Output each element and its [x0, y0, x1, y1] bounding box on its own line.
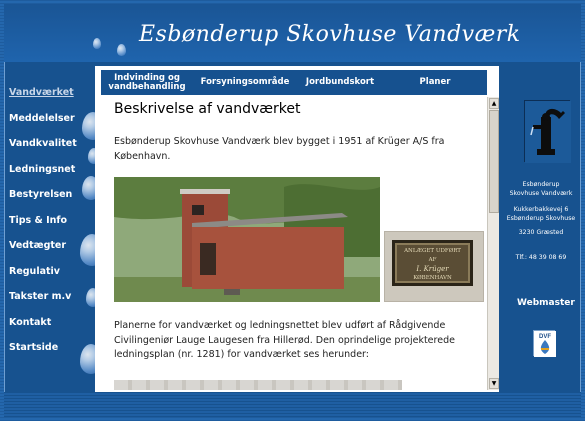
plaque-line: I. Krüger [416, 265, 449, 273]
sidebar-item-vandkvalitet[interactable]: Vandkvalitet [4, 131, 90, 157]
sidebar-item-kontakt[interactable]: Kontakt [4, 310, 90, 336]
contact-name-line2: Skovhuse Vandværk [509, 190, 573, 197]
sidebar-item-takster[interactable]: Takster m.v [4, 284, 90, 310]
tab-indvinding[interactable]: Indvinding og vandbehandling [101, 73, 193, 92]
tab-bar: Indvinding og vandbehandling Forsyningso… [101, 70, 487, 95]
contact-town: Esbønderup Skovhuse [506, 215, 576, 222]
water-pump-logo [524, 100, 571, 163]
sidebar-item-meddelelser[interactable]: Meddelelser [4, 106, 90, 132]
waterworks-photo-drawing [114, 177, 380, 302]
sidebar-item-startside[interactable]: Startside [4, 335, 90, 361]
pipeline-plan-image [114, 380, 402, 390]
dvf-logo-text: DVF [539, 334, 551, 340]
sidebar-item-ledningsnet[interactable]: Ledningsnet [4, 157, 90, 183]
scroll-down-arrow-icon[interactable]: ▼ [489, 378, 499, 389]
dvf-logo[interactable]: DVF [533, 330, 556, 357]
content-pane: Beskrivelse af vandværket Esbønderup Sko… [101, 97, 487, 390]
sidebar-item-bestyrelsen[interactable]: Bestyrelsen [4, 182, 90, 208]
content-scrollbar[interactable]: ▲ ▼ [487, 97, 499, 390]
plaque-photo: ANLÆGET UDFØRT AF I. Krüger KØBENHAVN [384, 231, 484, 302]
tab-planer[interactable]: Planer [383, 78, 487, 87]
dvf-logo-icon: DVF [534, 331, 556, 357]
plaque-line: KØBENHAVN [413, 275, 452, 281]
tab-jordbundskort[interactable]: Jordbundskort [297, 78, 383, 87]
water-pump-icon [525, 101, 571, 163]
scroll-up-arrow-icon[interactable]: ▲ [489, 98, 499, 109]
sidebar-item-vandvaerket[interactable]: Vandværket [4, 80, 90, 106]
contact-postal: 3230 Græsted [518, 229, 564, 236]
intro-paragraph: Esbønderup Skovhuse Vandværk blev bygget… [114, 136, 445, 162]
page-heading: Beskrivelse af vandværket [114, 101, 301, 117]
sidebar-item-tips-info[interactable]: Tips & Info [4, 208, 90, 234]
contact-phone: Tlf.: 48 39 08 69 [515, 254, 567, 261]
site-header: Esbønderup Skovhuse Vandværk [4, 4, 581, 62]
sidebar-item-vedtaegter[interactable]: Vedtægter [4, 233, 90, 259]
page-footer [4, 392, 581, 417]
plans-paragraph: Planerne for vandværket og ledningsnette… [114, 320, 455, 360]
plaque-line: ANLÆGET UDFØRT [404, 248, 461, 254]
waterworks-photo [114, 177, 380, 302]
plaque-inscription: ANLÆGET UDFØRT AF I. Krüger KØBENHAVN [392, 240, 473, 286]
tab-forsyningsomraade[interactable]: Forsyningsområde [193, 78, 297, 87]
scroll-thumb[interactable] [489, 110, 499, 213]
plaque-line: AF [428, 257, 437, 263]
water-drop-icon [93, 38, 101, 49]
sidebar-nav: Vandværket Meddelelser Vandkvalitet Ledn… [4, 80, 90, 361]
site-title: Esbønderup Skovhuse Vandværk [139, 22, 521, 47]
sidebar-item-regulativ[interactable]: Regulativ [4, 259, 90, 285]
water-drop-icon [117, 44, 126, 56]
webmaster-link[interactable]: Webmaster [503, 298, 585, 308]
